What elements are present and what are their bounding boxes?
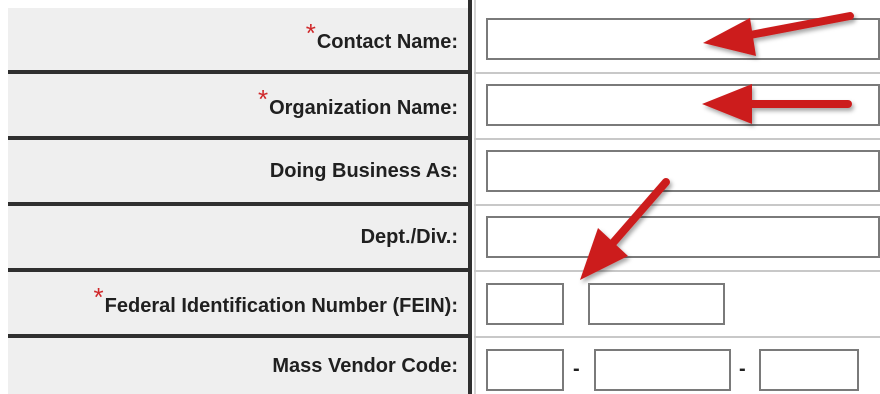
- fein-label: *Federal Identification Number (FEIN):: [8, 272, 468, 334]
- organization-name-label-text: Organization Name:: [269, 96, 458, 119]
- fein-part2-input[interactable]: [588, 283, 725, 325]
- contact-name-input[interactable]: [486, 18, 880, 60]
- contact-name-label-text: Contact Name:: [316, 30, 458, 53]
- dept-div-label-text: Dept./Div.:: [360, 225, 458, 248]
- row-divider-light: [474, 270, 880, 272]
- vendor-registration-form: *Contact Name: *Organization Name: Doing…: [0, 0, 880, 394]
- doing-business-as-input[interactable]: [486, 150, 880, 192]
- row-divider-light: [474, 72, 880, 74]
- required-asterisk: *: [93, 281, 104, 312]
- organization-name-input[interactable]: [486, 84, 880, 126]
- vendor-code-separator: -: [739, 358, 746, 380]
- column-divider-light: [474, 0, 476, 394]
- required-asterisk: *: [305, 17, 316, 48]
- organization-name-label: *Organization Name:: [8, 74, 468, 136]
- row-divider-light: [474, 138, 880, 140]
- vendor-code-part3-input[interactable]: [759, 349, 859, 391]
- mass-vendor-code-label-text: Mass Vendor Code:: [272, 354, 458, 377]
- mass-vendor-code-label: Mass Vendor Code:: [8, 338, 468, 394]
- row-divider-light: [474, 204, 880, 206]
- vendor-code-part1-input[interactable]: [486, 349, 564, 391]
- doing-business-as-label: Doing Business As:: [8, 140, 468, 202]
- row-divider-light: [474, 336, 880, 338]
- vendor-code-separator: -: [573, 358, 580, 380]
- required-asterisk: *: [257, 83, 269, 114]
- doing-business-as-label-text: Doing Business As:: [269, 159, 458, 182]
- contact-name-label: *Contact Name:: [8, 8, 468, 70]
- column-divider: [468, 0, 472, 394]
- dept-div-label: Dept./Div.:: [8, 206, 468, 268]
- fein-part1-input[interactable]: [486, 283, 564, 325]
- fein-label-text: Federal Identification Number (FEIN):: [104, 294, 458, 317]
- vendor-code-part2-input[interactable]: [594, 349, 731, 391]
- dept-div-input[interactable]: [486, 216, 880, 258]
